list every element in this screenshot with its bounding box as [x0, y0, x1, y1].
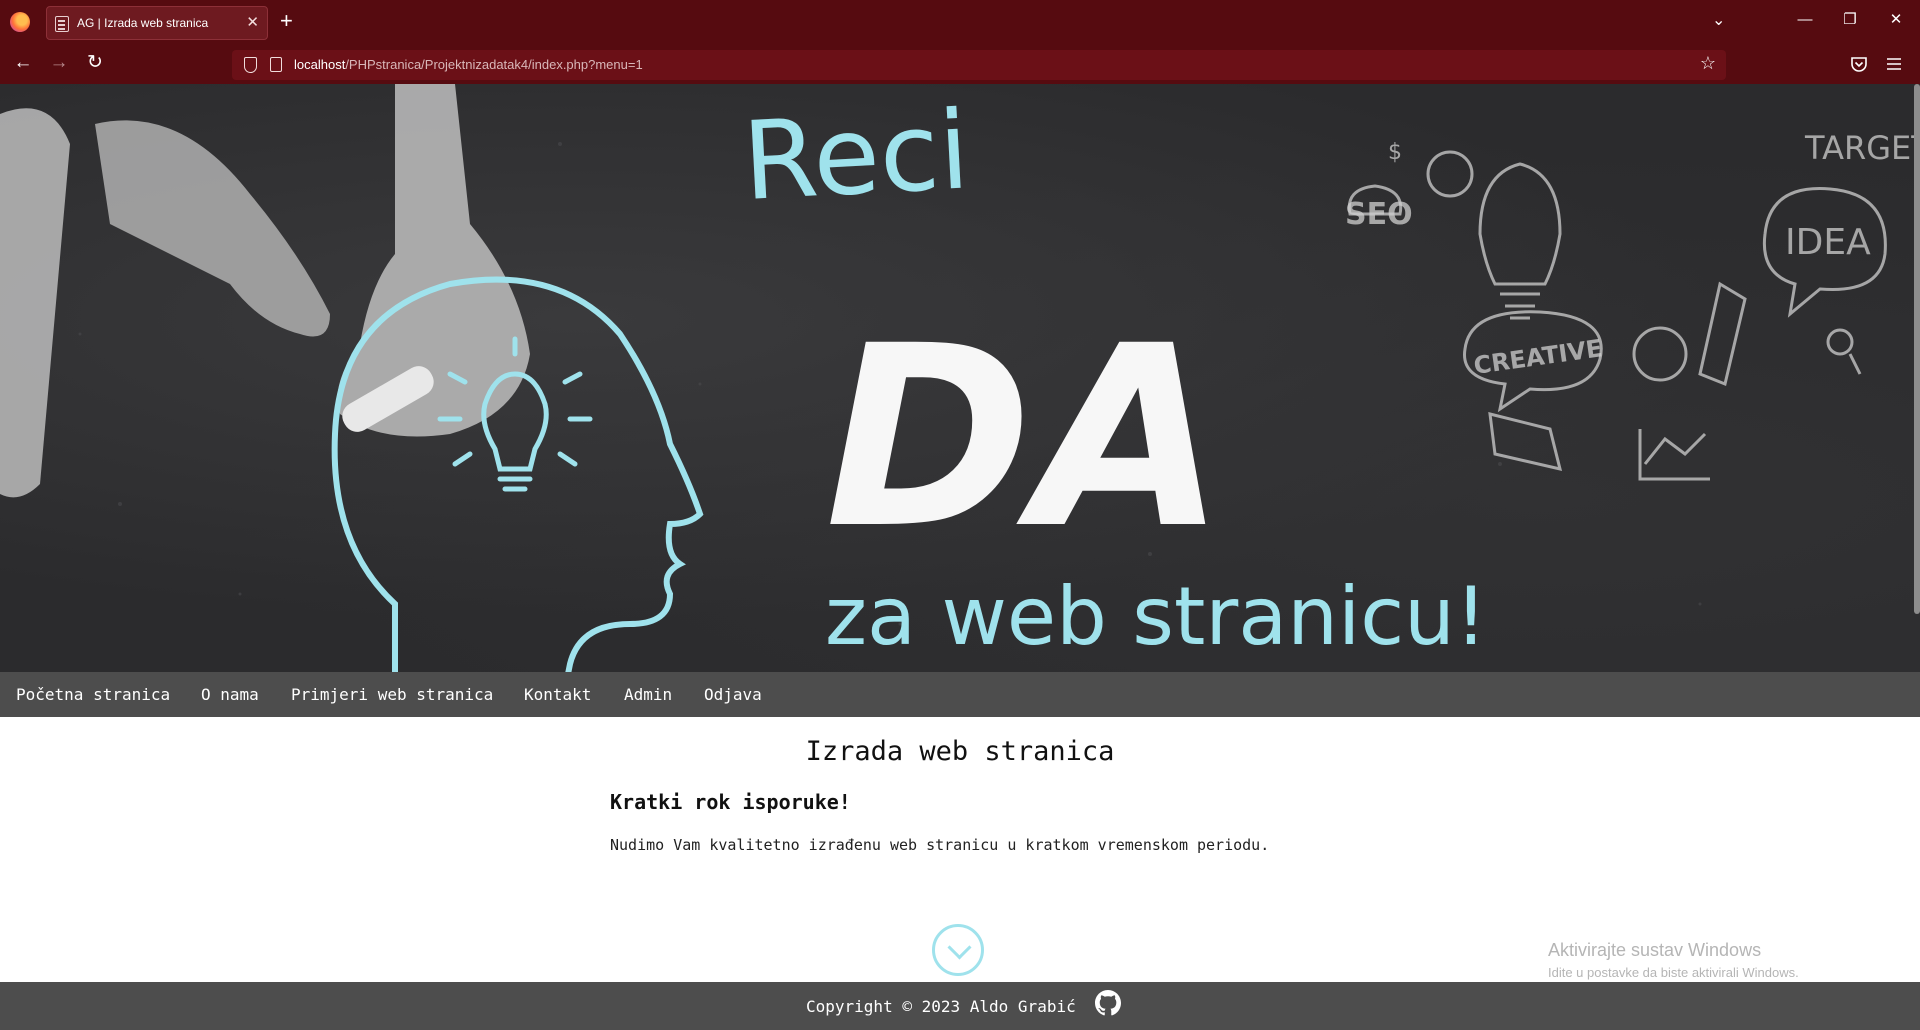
banner-line-web: za web stranicu!: [825, 570, 1487, 663]
page-title: Izrada web stranica: [805, 736, 1115, 767]
url-text[interactable]: localhost/PHPstranica/Projektnizadatak4/…: [294, 57, 643, 72]
page-info-icon[interactable]: [270, 57, 282, 72]
page-footer: Copyright © 2023 Aldo Grabić: [0, 982, 1920, 1030]
windows-activation-watermark: Aktivirajte sustav Windows Idite u posta…: [1548, 940, 1799, 980]
close-tab-icon[interactable]: ✕: [246, 13, 259, 33]
reload-icon[interactable]: ↻: [84, 52, 106, 74]
new-tab-icon[interactable]: +: [280, 8, 293, 34]
page-viewport: SEO CREATIVE IDEA TARGET $ Reci DA za we…: [0, 84, 1920, 1030]
menu-item-odjava[interactable]: Odjava: [704, 685, 762, 704]
shield-icon[interactable]: [244, 57, 257, 73]
firefox-icon[interactable]: [10, 12, 30, 32]
doodle-target: TARGET: [1804, 129, 1920, 167]
back-icon[interactable]: ←: [12, 52, 34, 74]
section-subtitle: Kratki rok isporuke!: [610, 790, 851, 814]
page-scrollbar[interactable]: [1914, 84, 1920, 614]
hero-illustration: SEO CREATIVE IDEA TARGET $ Reci DA za we…: [0, 84, 1920, 672]
github-icon[interactable]: [1095, 990, 1121, 1016]
restore-icon[interactable]: ❐: [1840, 10, 1860, 30]
minimize-icon[interactable]: —: [1795, 10, 1815, 30]
doodle-seo: SEO: [1345, 197, 1413, 232]
pocket-icon[interactable]: [1850, 55, 1868, 73]
browser-navbar: ← → ↻ localhost/PHPstranica/Projektnizad…: [0, 44, 1920, 84]
menu-item-primjeri[interactable]: Primjeri web stranica: [291, 685, 493, 704]
doodle-creative: CREATIVE: [1472, 334, 1604, 380]
copyright-text: Copyright © 2023 Aldo Grabić: [806, 997, 1076, 1016]
menu-item-o-nama[interactable]: O nama: [201, 685, 259, 704]
browser-titlebar: AG | Izrada web stranica ✕ + ⌄ — ❐ ✕: [0, 0, 1920, 44]
doodle-idea: IDEA: [1785, 222, 1871, 263]
menu-item-admin[interactable]: Admin: [624, 685, 672, 704]
bookmark-star-icon[interactable]: ☆: [1700, 53, 1716, 74]
hamburger-menu-icon[interactable]: [1886, 56, 1902, 72]
forward-icon[interactable]: →: [48, 52, 70, 74]
address-bar[interactable]: localhost/PHPstranica/Projektnizadatak4/…: [232, 50, 1726, 80]
tab-title: AG | Izrada web stranica: [77, 16, 209, 30]
doodle-dollar: $: [1388, 140, 1402, 165]
close-window-icon[interactable]: ✕: [1886, 10, 1906, 30]
banner-line-reci: Reci: [740, 88, 972, 225]
menu-item-pocetna[interactable]: Početna stranica: [16, 685, 170, 704]
chevron-down-icon[interactable]: ⌄: [1712, 10, 1725, 30]
page-icon: [55, 16, 69, 32]
menu-item-kontakt[interactable]: Kontakt: [524, 685, 591, 704]
banner-line-da: DA: [825, 292, 1226, 583]
main-menu: Početna stranica O nama Primjeri web str…: [0, 672, 1920, 717]
scroll-down-icon[interactable]: [932, 924, 984, 976]
section-text: Nudimo Vam kvalitetno izrađenu web stran…: [610, 836, 1270, 854]
hero-banner: SEO CREATIVE IDEA TARGET $ Reci DA za we…: [0, 84, 1920, 672]
browser-tab[interactable]: AG | Izrada web stranica ✕: [46, 6, 268, 40]
